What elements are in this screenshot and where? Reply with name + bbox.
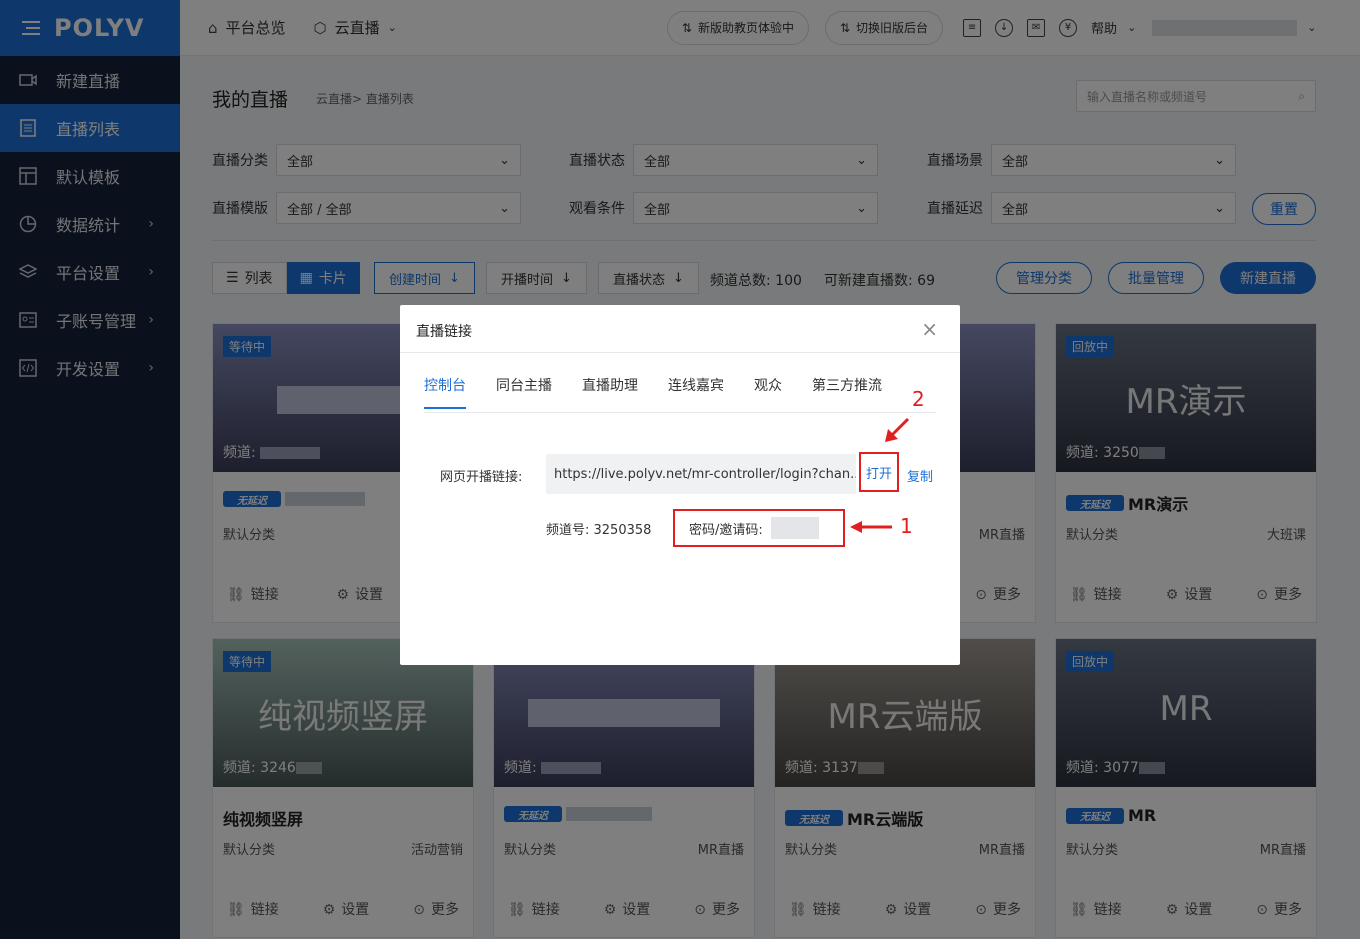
modal-title: 直播链接 bbox=[416, 324, 472, 340]
annotation-arrow-icon bbox=[850, 521, 892, 533]
divider bbox=[400, 352, 960, 353]
channel-id: 频道号: 3250358 bbox=[546, 523, 652, 538]
password-label: 密码/邀请码: bbox=[689, 522, 763, 538]
tab-assistant[interactable]: 直播助理 bbox=[582, 375, 638, 409]
annotation-number: 2 bbox=[912, 387, 925, 411]
tab-third-party-push[interactable]: 第三方推流 bbox=[812, 375, 882, 409]
annotation-arrow-icon bbox=[885, 417, 910, 442]
link-label: 网页开播链接: bbox=[440, 470, 523, 485]
annotation-number: 1 bbox=[900, 514, 913, 538]
blurred-password bbox=[770, 517, 819, 539]
password-field: 密码/邀请码: bbox=[673, 509, 845, 547]
tab-console[interactable]: 控制台 bbox=[424, 375, 466, 409]
copy-link-button[interactable]: 复制 bbox=[907, 466, 933, 485]
link-field[interactable]: https://live.polyv.net/mr-controller/log… bbox=[546, 454, 856, 494]
tab-guest[interactable]: 连线嘉宾 bbox=[668, 375, 724, 409]
modal-tabs: 控制台 同台主播 直播助理 连线嘉宾 观众 第三方推流 bbox=[424, 375, 912, 409]
divider bbox=[424, 412, 936, 413]
close-icon[interactable]: × bbox=[921, 317, 938, 341]
tab-audience[interactable]: 观众 bbox=[754, 375, 782, 409]
live-link-modal: 直播链接 × 控制台 同台主播 直播助理 连线嘉宾 观众 第三方推流 网页开播链… bbox=[400, 305, 960, 665]
tab-co-host[interactable]: 同台主播 bbox=[496, 375, 552, 409]
open-link-button[interactable]: 打开 bbox=[859, 452, 899, 492]
